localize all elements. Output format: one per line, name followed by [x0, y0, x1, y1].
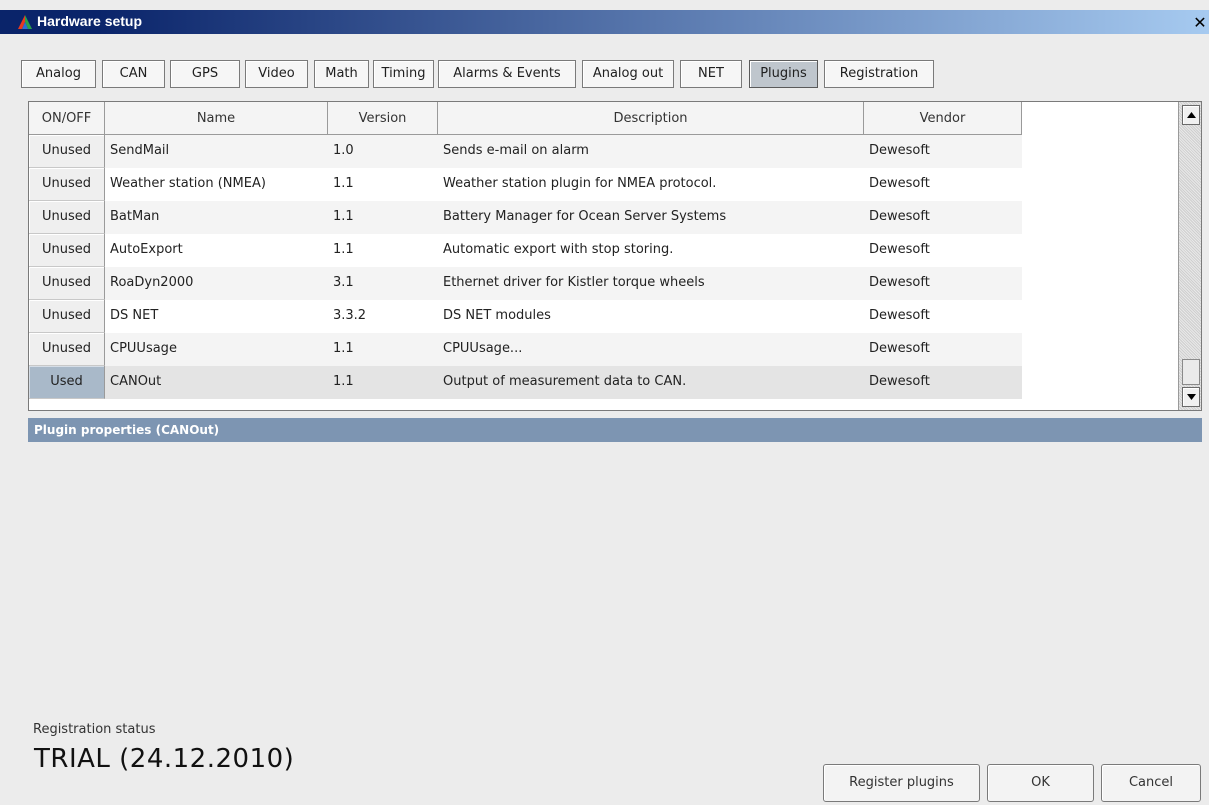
arrow-down-icon	[1187, 394, 1196, 400]
table-row[interactable]: Unused CPUUsage 1.1 CPUUsage... Dewesoft	[29, 333, 1022, 366]
cancel-button[interactable]: Cancel	[1101, 764, 1201, 802]
plugin-table: ON/OFF Name Version Description Vendor U…	[28, 101, 1202, 411]
plugin-name: BatMan	[110, 209, 160, 224]
table-row[interactable]: Unused DS NET 3.3.2 DS NET modules Dewes…	[29, 300, 1022, 333]
plugin-description: Sends e-mail on alarm	[443, 143, 589, 158]
plugin-description: Automatic export with stop storing.	[443, 242, 674, 257]
tab-timing[interactable]: Timing	[373, 60, 434, 88]
plugin-name: SendMail	[110, 143, 170, 158]
table-row[interactable]: Unused AutoExport 1.1 Automatic export w…	[29, 234, 1022, 267]
plugin-description: DS NET modules	[443, 308, 551, 323]
plugin-version: 1.0	[333, 143, 354, 158]
table-row[interactable]: Unused BatMan 1.1 Battery Manager for Oc…	[29, 201, 1022, 234]
plugin-name: Weather station (NMEA)	[110, 176, 266, 191]
plugin-name: CPUUsage	[110, 341, 177, 356]
table-header: ON/OFF Name Version Description Vendor	[29, 102, 1029, 135]
plugin-name: DS NET	[110, 308, 159, 323]
plugin-vendor: Dewesoft	[869, 374, 930, 389]
plugin-version: 1.1	[333, 209, 354, 224]
state-toggle-button[interactable]: Unused	[29, 267, 105, 300]
scroll-up-button[interactable]	[1182, 105, 1200, 125]
arrow-up-icon	[1187, 112, 1196, 118]
state-toggle-button[interactable]: Unused	[29, 201, 105, 234]
title-bar: Hardware setup ✕	[0, 10, 1209, 34]
plugin-description: CPUUsage...	[443, 341, 523, 356]
plugin-version: 1.1	[333, 242, 354, 257]
plugin-name: RoaDyn2000	[110, 275, 194, 290]
column-header-version[interactable]: Version	[328, 102, 438, 135]
plugin-version: 3.1	[333, 275, 354, 290]
tab-gps[interactable]: GPS	[170, 60, 240, 88]
state-toggle-button[interactable]: Unused	[29, 333, 105, 366]
column-header-description[interactable]: Description	[438, 102, 864, 135]
plugin-version: 3.3.2	[333, 308, 367, 323]
tab-analog[interactable]: Analog	[21, 60, 96, 88]
window-title: Hardware setup	[37, 13, 143, 29]
tab-alarms-events[interactable]: Alarms & Events	[438, 60, 576, 88]
tab-net[interactable]: NET	[680, 60, 742, 88]
plugin-name: CANOut	[110, 374, 162, 389]
plugin-vendor: Dewesoft	[869, 209, 930, 224]
column-header-vendor[interactable]: Vendor	[864, 102, 1022, 135]
state-toggle-button[interactable]: Used	[29, 366, 105, 399]
table-row[interactable]: Unused SendMail 1.0 Sends e-mail on alar…	[29, 135, 1022, 168]
register-plugins-button[interactable]: Register plugins	[823, 764, 980, 802]
plugin-name: AutoExport	[110, 242, 183, 257]
state-toggle-button[interactable]: Unused	[29, 300, 105, 333]
column-header-onoff[interactable]: ON/OFF	[29, 102, 105, 135]
tab-can[interactable]: CAN	[102, 60, 165, 88]
scroll-down-button[interactable]	[1182, 387, 1200, 407]
table-row[interactable]: Unused RoaDyn2000 3.1 Ethernet driver fo…	[29, 267, 1022, 300]
plugin-vendor: Dewesoft	[869, 176, 930, 191]
tab-math[interactable]: Math	[314, 60, 369, 88]
state-toggle-button[interactable]: Unused	[29, 135, 105, 168]
plugin-version: 1.1	[333, 341, 354, 356]
plugin-vendor: Dewesoft	[869, 275, 930, 290]
tab-plugins[interactable]: Plugins	[749, 60, 818, 88]
tab-registration[interactable]: Registration	[824, 60, 934, 88]
app-logo-icon	[18, 15, 32, 29]
registration-status-value: TRIAL (24.12.2010)	[34, 744, 295, 774]
plugin-vendor: Dewesoft	[869, 308, 930, 323]
close-icon[interactable]: ✕	[1193, 15, 1207, 31]
plugin-description: Battery Manager for Ocean Server Systems	[443, 209, 727, 224]
tab-analog-out[interactable]: Analog out	[582, 60, 674, 88]
vertical-scrollbar[interactable]	[1178, 102, 1201, 410]
table-row[interactable]: Unused Weather station (NMEA) 1.1 Weathe…	[29, 168, 1022, 201]
registration-status-label: Registration status	[33, 722, 156, 737]
state-toggle-button[interactable]: Unused	[29, 234, 105, 267]
plugin-properties-header: Plugin properties (CANOut)	[28, 418, 1202, 442]
table-row-selected[interactable]: Used CANOut 1.1 Output of measurement da…	[29, 366, 1022, 399]
tab-video[interactable]: Video	[245, 60, 308, 88]
plugin-version: 1.1	[333, 176, 354, 191]
plugin-description: Ethernet driver for Kistler torque wheel…	[443, 275, 705, 290]
plugin-vendor: Dewesoft	[869, 242, 930, 257]
plugin-description: Weather station plugin for NMEA protocol…	[443, 176, 717, 191]
plugin-version: 1.1	[333, 374, 354, 389]
plugin-description: Output of measurement data to CAN.	[443, 374, 687, 389]
column-header-name[interactable]: Name	[105, 102, 328, 135]
ok-button[interactable]: OK	[987, 764, 1094, 802]
scrollbar-thumb[interactable]	[1182, 359, 1200, 385]
state-toggle-button[interactable]: Unused	[29, 168, 105, 201]
plugin-vendor: Dewesoft	[869, 341, 930, 356]
plugin-vendor: Dewesoft	[869, 143, 930, 158]
